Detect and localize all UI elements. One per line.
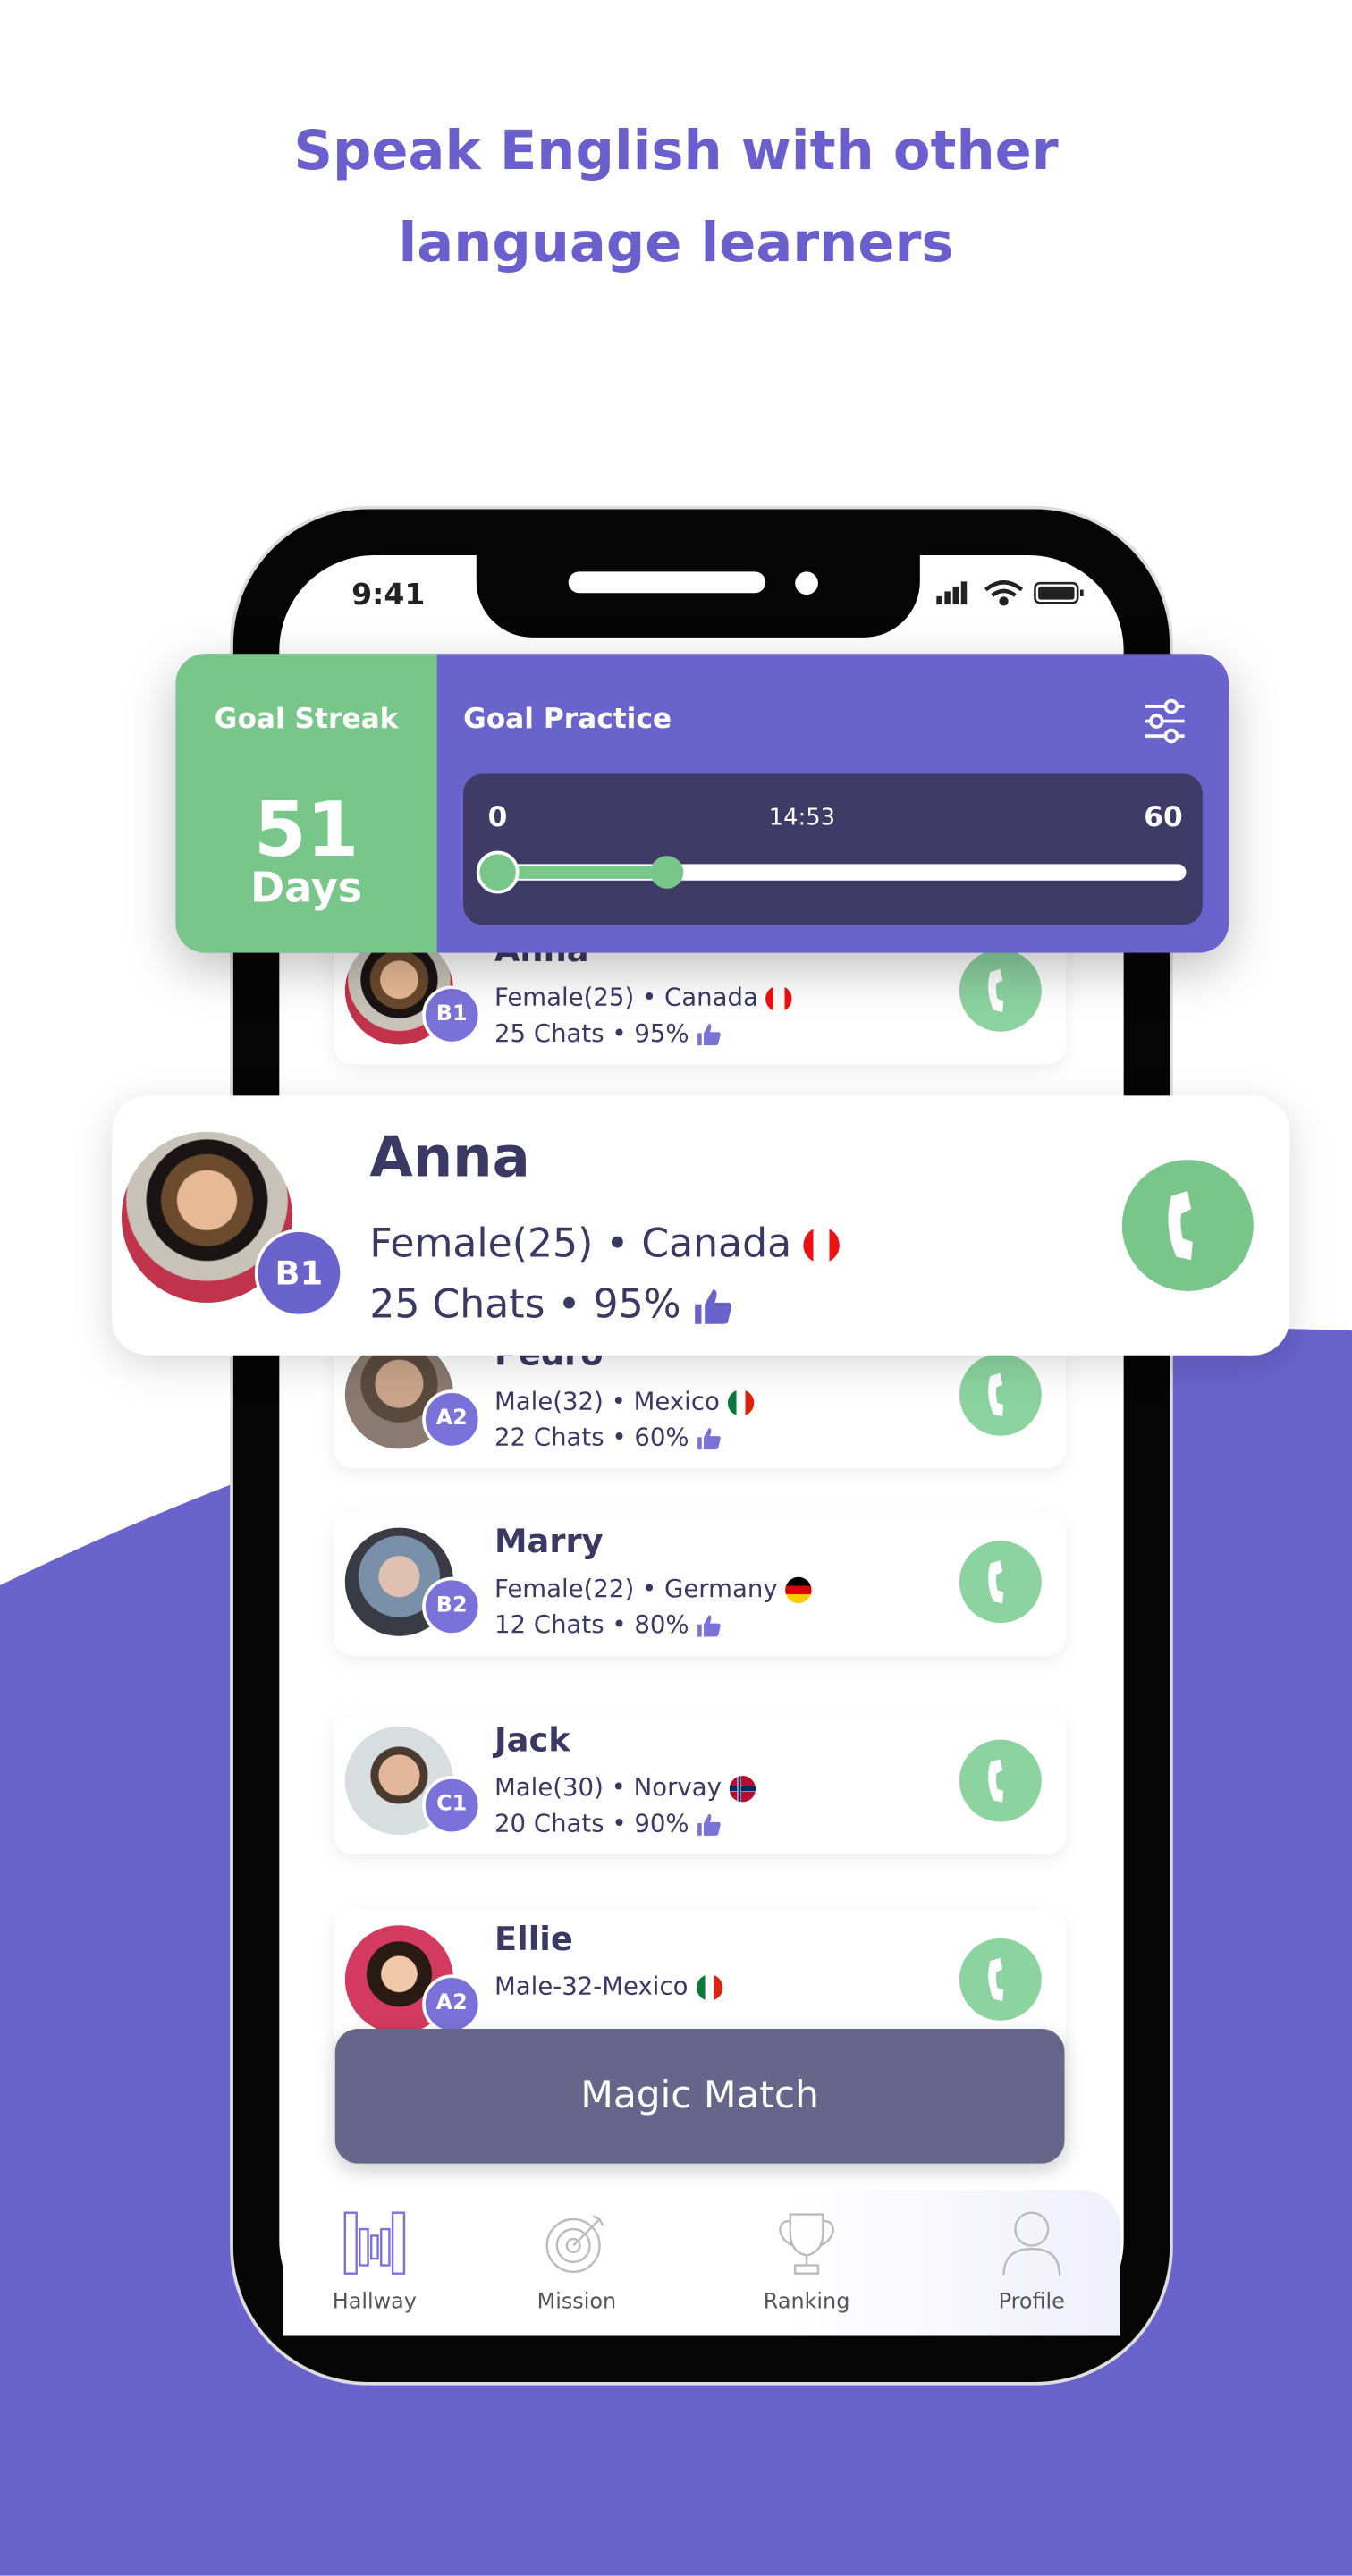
slider-handle[interactable] [650,856,684,889]
phone-icon [1168,1190,1193,1261]
user-details-text: Female(25) • Canada [369,1220,792,1267]
germany-flag-icon [785,1575,812,1603]
signal-icon [936,581,968,605]
thumbs-up-icon [697,1024,722,1046]
goal-card: Goal Streak 51 Days Goal Practice 0 14:5… [175,654,1229,953]
user-name: Marry [494,1521,604,1561]
call-button[interactable] [1121,1160,1254,1292]
slider-max-label: 60 [1144,801,1183,835]
status-icons [936,580,1084,606]
headline: Speak English with other language learne… [0,106,1352,290]
user-details-text: Female(22) • Germany [494,1574,778,1604]
battery-icon [1034,581,1084,604]
user-details-text: Female(25) • Canada [494,982,758,1012]
user-chats-text: 25 Chats • 95% [369,1281,681,1328]
goal-streak-panel: Goal Streak 51 Days [175,654,437,953]
goal-streak-title: Goal Streak [214,703,399,737]
nav-ranking[interactable]: Ranking [724,2190,889,2336]
user-details: Female(25) • Canada [494,982,793,1012]
target-icon [545,2215,604,2274]
headline-line-2: language learners [398,210,954,274]
goal-streak-value: 51 [253,785,359,874]
featured-user-card[interactable]: B1 Anna Female(25) • Canada 25 Chats • 9… [111,1095,1290,1356]
phone-icon [988,968,1004,1012]
nav-hallway[interactable]: Hallway [292,2190,457,2336]
user-card[interactable]: C1 Jack Male(30) • Norvay 20 Chats • 90% [333,1710,1067,1855]
goal-practice-title: Goal Practice [463,703,672,737]
phone-icon [988,1957,1004,2001]
thumbs-up-icon [695,1289,732,1324]
call-button[interactable] [959,1541,1042,1624]
nav-label: Profile [998,2290,1065,2315]
phone-icon [988,1759,1004,1803]
level-badge: A2 [422,1974,482,2034]
nav-label: Mission [537,2290,617,2315]
user-details: Female(22) • Germany [494,1574,812,1603]
user-chats: 12 Chats • 80% [494,1609,722,1640]
slider-min-label: 0 [487,801,508,835]
app-store-screenshot: Speak English with other language learne… [0,0,1352,2576]
level-badge: B1 [254,1229,343,1318]
user-details: Male(32) • Mexico [494,1386,755,1416]
call-button[interactable] [959,1739,1042,1822]
user-chats-text: 25 Chats • 95% [494,1018,689,1049]
goal-practice-slider-panel: 0 14:53 60 [463,773,1203,925]
trophy-icon [779,2213,834,2275]
user-chats-text: 12 Chats • 80% [494,1609,689,1640]
status-time: 9:41 [351,578,426,613]
level-badge: B1 [422,985,482,1045]
user-details-text: Male-32-Mexico [494,1971,689,2001]
level-badge: A2 [422,1389,482,1449]
call-button[interactable] [959,1353,1042,1436]
phone-icon [988,1372,1004,1416]
user-chats: 25 Chats • 95% [369,1281,732,1327]
thumbs-up-icon [697,1427,722,1450]
person-icon [1002,2211,1061,2276]
user-chats: 20 Chats • 90% [494,1809,722,1838]
user-details-text: Male(32) • Mexico [494,1386,720,1416]
level-badge: B2 [422,1576,482,1636]
slider-fill [495,866,667,879]
sliders-icon[interactable] [1142,697,1187,746]
user-card[interactable]: B2 Marry Female(22) • Germany 12 Chats •… [333,1511,1067,1656]
norway-flag-icon [729,1775,756,1802]
nav-mission[interactable]: Mission [494,2190,659,2336]
thumbs-up-icon [697,1615,722,1637]
canada-flag-icon [804,1227,841,1263]
camera [795,571,818,595]
thumbs-up-icon [697,1813,722,1836]
user-details: Male(30) • Norvay [494,1772,756,1802]
magic-match-button[interactable]: Magic Match [334,2028,1065,2164]
nav-profile[interactable]: Profile [950,2190,1114,2336]
user-chats: 22 Chats • 60% [494,1423,722,1452]
wifi-icon [984,580,1024,606]
slider-start-handle[interactable] [476,850,520,894]
phone-icon [988,1560,1004,1604]
level-badge: C1 [422,1776,482,1836]
call-button[interactable] [959,1938,1042,2021]
user-chats-text: 20 Chats • 90% [494,1808,689,1838]
nav-label: Hallway [332,2290,417,2315]
user-details: Male-32-Mexico [494,1972,722,2001]
user-details: Female(25) • Canada [369,1220,841,1267]
canada-flag-icon [765,984,793,1011]
user-name: Ellie [494,1918,573,1958]
mexico-flag-icon [727,1389,755,1415]
slider-current-label: 14:53 [768,805,835,832]
headline-line-1: Speak English with other [293,118,1059,182]
speaker [568,571,766,594]
bottom-nav: Hallway Mission Ranking Profile [282,2189,1120,2336]
goal-streak-unit: Days [250,864,363,912]
user-chats-text: 22 Chats • 60% [494,1423,689,1453]
user-chats: 25 Chats • 95% [494,1018,722,1048]
hallway-icon [343,2211,406,2275]
call-button[interactable] [959,949,1042,1032]
nav-label: Ranking [763,2290,850,2315]
user-name: Anna [369,1125,530,1191]
user-details-text: Male(30) • Norvay [494,1772,722,1803]
mexico-flag-icon [696,1973,722,2000]
user-name: Jack [494,1719,570,1760]
